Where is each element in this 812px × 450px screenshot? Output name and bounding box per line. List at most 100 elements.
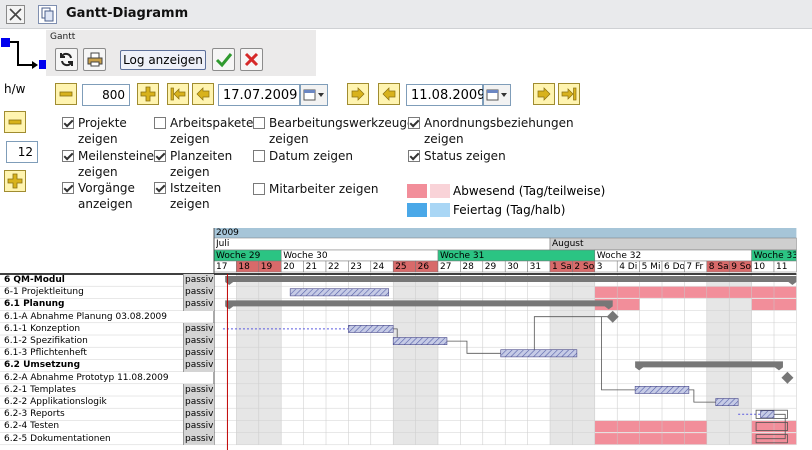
month-label: Juli bbox=[216, 239, 230, 249]
week-label: Woche 33 bbox=[753, 251, 797, 261]
row-label[interactable]: 6-1 Projektleitung bbox=[4, 286, 84, 298]
end-date-picker[interactable] bbox=[483, 84, 511, 106]
row-label[interactable]: 6.2-1 Templates bbox=[4, 384, 76, 396]
checkbox[interactable] bbox=[154, 182, 166, 194]
option-show-date[interactable]: Datum zeigen bbox=[253, 148, 393, 164]
print-button[interactable] bbox=[83, 48, 106, 71]
option-label: Anordnungsbeziehungen zeigen bbox=[424, 116, 574, 146]
week-label: Woche 31 bbox=[440, 251, 485, 261]
option-milestones[interactable]: Meilensteine zeigen bbox=[62, 148, 155, 180]
width-decrease-button[interactable] bbox=[55, 83, 77, 105]
checkbox[interactable] bbox=[154, 117, 166, 129]
checkbox[interactable] bbox=[408, 150, 420, 162]
checkbox[interactable] bbox=[62, 150, 74, 162]
option-label: Bearbeitungswerkzeuge zeigen bbox=[269, 116, 415, 146]
height-decrease-button[interactable] bbox=[4, 111, 26, 133]
option-actual-times[interactable]: Istzeiten zeigen bbox=[154, 180, 249, 212]
day-label: 3 bbox=[596, 262, 603, 272]
height-input[interactable]: 12 bbox=[6, 141, 38, 163]
row-label[interactable]: 6.1-A Abnahme Planung 03.08.2009 bbox=[4, 311, 167, 323]
option-show-staff[interactable]: Mitarbeiter zeigen bbox=[253, 181, 393, 197]
checkbox[interactable] bbox=[62, 117, 74, 129]
confirm-button[interactable] bbox=[212, 48, 235, 71]
row-label[interactable]: 6.2-3 Reports bbox=[4, 408, 65, 420]
checkbox[interactable] bbox=[62, 182, 74, 194]
checkbox[interactable] bbox=[253, 117, 265, 129]
end-prev-button[interactable] bbox=[378, 83, 400, 105]
width-input[interactable]: 800 bbox=[82, 84, 130, 106]
printer-icon bbox=[87, 52, 102, 67]
checkbox[interactable] bbox=[253, 150, 265, 162]
legend-holiday-full-swatch bbox=[407, 203, 427, 217]
plus-icon bbox=[140, 86, 156, 102]
row-label[interactable]: 6.1 Planung bbox=[4, 298, 65, 310]
absence-cell bbox=[594, 433, 707, 445]
start-date-picker[interactable] bbox=[300, 84, 328, 106]
row-label[interactable]: 6.2-4 Testen bbox=[4, 420, 59, 432]
day-label: 27 bbox=[440, 262, 452, 272]
option-label: Status zeigen bbox=[424, 149, 506, 163]
legend-holiday-label: Feiertag (Tag/halb) bbox=[453, 203, 566, 217]
option-projects[interactable]: Projekte zeigen bbox=[62, 115, 152, 147]
cancel-button[interactable] bbox=[240, 48, 263, 71]
day-label: 21 bbox=[305, 262, 318, 272]
start-first-button[interactable] bbox=[167, 83, 189, 105]
close-window-button[interactable] bbox=[6, 5, 25, 24]
document-button[interactable] bbox=[38, 5, 57, 24]
calendar-icon bbox=[486, 89, 507, 101]
row-label[interactable]: 6.1-2 Spezifikation bbox=[4, 335, 88, 347]
option-label: Datum zeigen bbox=[269, 149, 354, 163]
option-work-packages[interactable]: Arbeitspakete zeigen bbox=[154, 115, 253, 147]
day-label: 17 bbox=[216, 262, 228, 272]
refresh-icon bbox=[60, 52, 73, 67]
row-label[interactable]: 6.2-A Abnahme Prototyp 11.08.2009 bbox=[4, 372, 169, 384]
task-bar bbox=[348, 325, 394, 333]
option-status[interactable]: Status zeigen bbox=[408, 148, 578, 164]
checkbox[interactable] bbox=[253, 183, 265, 195]
day-label: 1 Sa bbox=[552, 262, 572, 272]
row-label[interactable]: 6.2-5 Dokumentationen bbox=[4, 433, 111, 445]
checkbox[interactable] bbox=[154, 150, 166, 162]
hw-label: h/w bbox=[4, 82, 26, 96]
dependency-arrow bbox=[601, 316, 636, 391]
task-bar bbox=[500, 349, 578, 358]
end-date-input[interactable]: 11.08.2009 bbox=[406, 84, 485, 106]
row-label[interactable]: 6.1-3 Pflichtenheft bbox=[4, 347, 87, 359]
milestone-diamond bbox=[606, 310, 619, 323]
option-edit-tools[interactable]: Bearbeitungswerkzeuge zeigen bbox=[253, 115, 414, 147]
day-label: 18 bbox=[238, 262, 250, 272]
row-status: passiv bbox=[183, 383, 214, 396]
option-label: Meilensteine zeigen bbox=[78, 149, 155, 179]
end-last-button[interactable] bbox=[558, 83, 580, 105]
width-increase-button[interactable] bbox=[137, 83, 159, 105]
last-arrow-icon bbox=[561, 87, 577, 101]
end-next-button[interactable] bbox=[533, 83, 555, 105]
day-label: 26 bbox=[417, 262, 430, 272]
start-next-button[interactable] bbox=[347, 83, 369, 105]
row-label[interactable]: 6.2 Umsetzung bbox=[4, 359, 80, 371]
option-tasks[interactable]: Vorgänge anzeigen bbox=[62, 180, 152, 212]
option-dependencies[interactable]: Anordnungsbeziehungen zeigen bbox=[408, 115, 578, 147]
option-plan-times[interactable]: Planzeiten zeigen bbox=[154, 148, 249, 180]
day-label: 31 bbox=[529, 262, 542, 272]
start-date-input[interactable]: 17.07.2009 bbox=[218, 84, 300, 106]
legend-absent-full-swatch bbox=[407, 184, 427, 198]
toolbar-caption: Gantt bbox=[50, 32, 76, 42]
row-label[interactable]: 6.1-1 Konzeption bbox=[4, 323, 80, 335]
option-label: Mitarbeiter zeigen bbox=[269, 182, 379, 196]
legend-absent-label: Abwesend (Tag/teilweise) bbox=[453, 184, 606, 198]
day-label: 28 bbox=[462, 262, 474, 272]
row-status: passiv bbox=[183, 347, 214, 360]
height-increase-button[interactable] bbox=[4, 170, 26, 192]
app-window: Gantt-Diagramm Gantt Log anzeigen h/w 80… bbox=[0, 0, 812, 450]
log-show-button[interactable]: Log anzeigen bbox=[120, 50, 206, 70]
start-prev-button[interactable] bbox=[192, 83, 214, 105]
row-label[interactable]: 6 QM-Modul bbox=[4, 274, 65, 286]
day-label: 8 Sa bbox=[708, 262, 729, 272]
arrow-left-icon bbox=[196, 87, 210, 101]
minus-icon bbox=[8, 119, 22, 125]
row-label[interactable]: 6.2-2 Applikationslogik bbox=[4, 396, 107, 408]
option-label: Vorgänge anzeigen bbox=[78, 181, 135, 211]
checkbox[interactable] bbox=[408, 117, 420, 129]
refresh-button[interactable] bbox=[55, 48, 78, 71]
